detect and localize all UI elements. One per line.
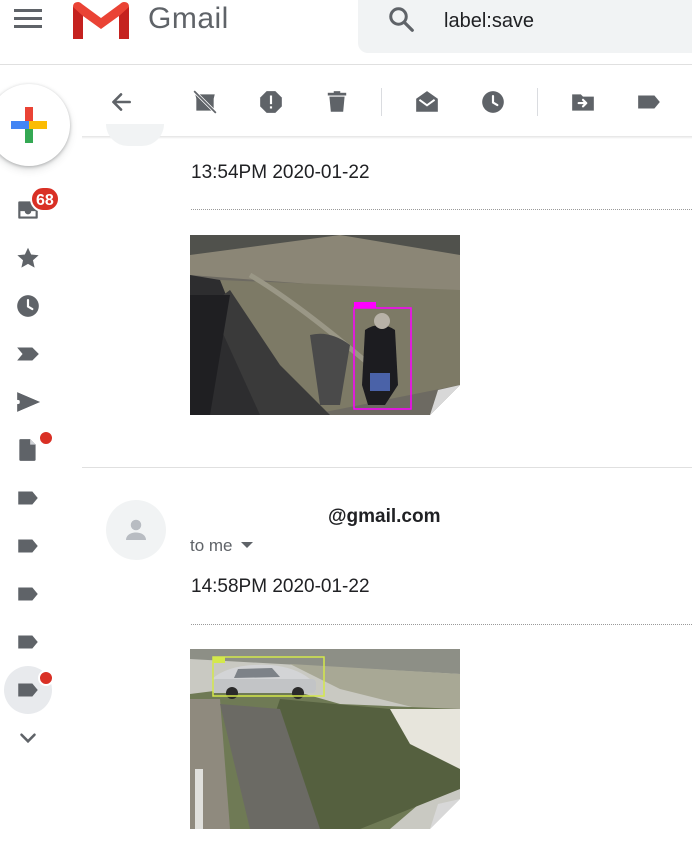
label-notification-dot bbox=[38, 670, 54, 686]
search-input[interactable] bbox=[442, 6, 676, 36]
message-divider bbox=[191, 209, 692, 210]
label-icon bbox=[18, 635, 38, 649]
mark-unread-icon bbox=[416, 91, 438, 112]
expand-icon bbox=[20, 733, 36, 744]
delete-button[interactable] bbox=[322, 87, 352, 117]
toolbar-separator bbox=[537, 88, 538, 116]
nav-important[interactable] bbox=[12, 338, 44, 370]
mark-unread-button[interactable] bbox=[412, 87, 442, 117]
message-timestamp: 14:58PM 2020-01-22 bbox=[191, 576, 370, 597]
message-timestamp: 13:54PM 2020-01-22 bbox=[191, 162, 370, 183]
nav-more[interactable] bbox=[12, 722, 44, 754]
sender-email[interactable]: @gmail.com bbox=[190, 506, 441, 528]
archive-button[interactable] bbox=[190, 87, 220, 117]
label-icon bbox=[18, 491, 38, 505]
move-to-icon bbox=[572, 94, 594, 111]
search-icon[interactable] bbox=[386, 4, 416, 34]
search-bar bbox=[358, 0, 692, 53]
drafts-notification-dot bbox=[38, 430, 54, 446]
nav-snoozed[interactable] bbox=[12, 290, 44, 322]
sender-avatar[interactable] bbox=[106, 500, 166, 560]
compose-button[interactable] bbox=[0, 84, 70, 166]
clock-icon bbox=[17, 295, 39, 317]
labels-button[interactable] bbox=[634, 87, 664, 117]
chevron-down-icon bbox=[240, 541, 253, 548]
message-divider bbox=[191, 624, 692, 625]
labels-icon bbox=[638, 95, 660, 109]
compose-plus-icon bbox=[11, 107, 47, 143]
person-snapshot-image bbox=[190, 235, 460, 415]
report-spam-button[interactable] bbox=[256, 87, 286, 117]
nav-starred[interactable] bbox=[12, 242, 44, 274]
person-icon bbox=[126, 519, 146, 540]
snooze-button[interactable] bbox=[478, 87, 508, 117]
sender-avatar[interactable] bbox=[106, 124, 164, 146]
attachment-person-snapshot[interactable] bbox=[190, 235, 460, 415]
recipients-toggle[interactable]: to me bbox=[190, 536, 253, 556]
label-icon bbox=[18, 539, 38, 553]
recipients-label: to me bbox=[190, 536, 233, 555]
nav-label-2[interactable] bbox=[12, 530, 44, 562]
car-snapshot-image bbox=[190, 649, 460, 829]
delete-icon bbox=[327, 91, 347, 112]
inbox-unread-badge: 68 bbox=[30, 186, 60, 212]
nav-sent[interactable] bbox=[12, 386, 44, 418]
toolbar-separator bbox=[381, 88, 382, 116]
main-menu-icon[interactable] bbox=[14, 9, 42, 29]
label-icon bbox=[18, 587, 38, 601]
gmail-wordmark: Gmail bbox=[148, 2, 229, 35]
back-arrow-icon bbox=[112, 93, 131, 111]
move-to-button[interactable] bbox=[568, 87, 598, 117]
attachment-car-snapshot[interactable] bbox=[190, 649, 460, 829]
nav-label-3[interactable] bbox=[12, 578, 44, 610]
archive-icon bbox=[193, 90, 217, 114]
back-button[interactable] bbox=[106, 87, 136, 117]
report-spam-icon bbox=[260, 91, 282, 113]
header-divider bbox=[0, 64, 692, 65]
nav-label-1[interactable] bbox=[12, 482, 44, 514]
message-separator bbox=[82, 467, 692, 468]
draft-icon bbox=[19, 439, 36, 461]
important-icon bbox=[17, 347, 39, 361]
sender-email-domain: @gmail.com bbox=[328, 506, 441, 527]
label-icon bbox=[18, 683, 38, 697]
nav-label-4[interactable] bbox=[12, 626, 44, 658]
star-icon bbox=[17, 247, 39, 268]
snooze-icon bbox=[482, 91, 504, 113]
toolbar-shadow bbox=[82, 136, 692, 139]
gmail-logo bbox=[73, 2, 129, 39]
send-icon bbox=[17, 392, 40, 412]
